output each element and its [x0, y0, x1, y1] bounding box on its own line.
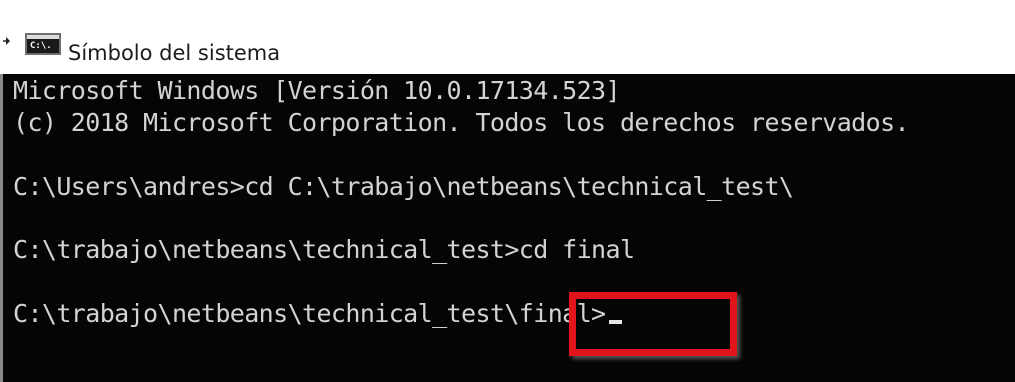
command-prompt-window: C:\. Símbolo del sistema Microsoft Windo… [0, 0, 1015, 382]
highlight-box [569, 292, 737, 356]
window-title: Símbolo del sistema [68, 41, 281, 65]
console-line-cd-final: C:\trabajo\netbeans\technical_test>cd fi… [13, 235, 635, 264]
console-prompt-line[interactable]: C:\trabajo\netbeans\technical_test\final… [13, 299, 622, 329]
title-bar[interactable]: C:\. Símbolo del sistema [0, 12, 1015, 74]
app-icon-text: C:\. [30, 41, 52, 51]
pin-arrow-icon [3, 37, 10, 45]
console-line-copyright: (c) 2018 Microsoft Corporation. Todos lo… [13, 108, 910, 137]
console-output[interactable]: Microsoft Windows [Versión 10.0.17134.52… [0, 74, 1015, 382]
top-strip [0, 0, 1015, 12]
console-prompt: C:\trabajo\netbeans\technical_test\final… [13, 299, 606, 328]
command-prompt-icon[interactable]: C:\. [25, 33, 61, 55]
icon-bar [27, 35, 59, 39]
console-line-cd-command: C:\Users\andres>cd C:\trabajo\netbeans\t… [13, 172, 794, 201]
console-line-version: Microsoft Windows [Versión 10.0.17134.52… [13, 76, 621, 105]
